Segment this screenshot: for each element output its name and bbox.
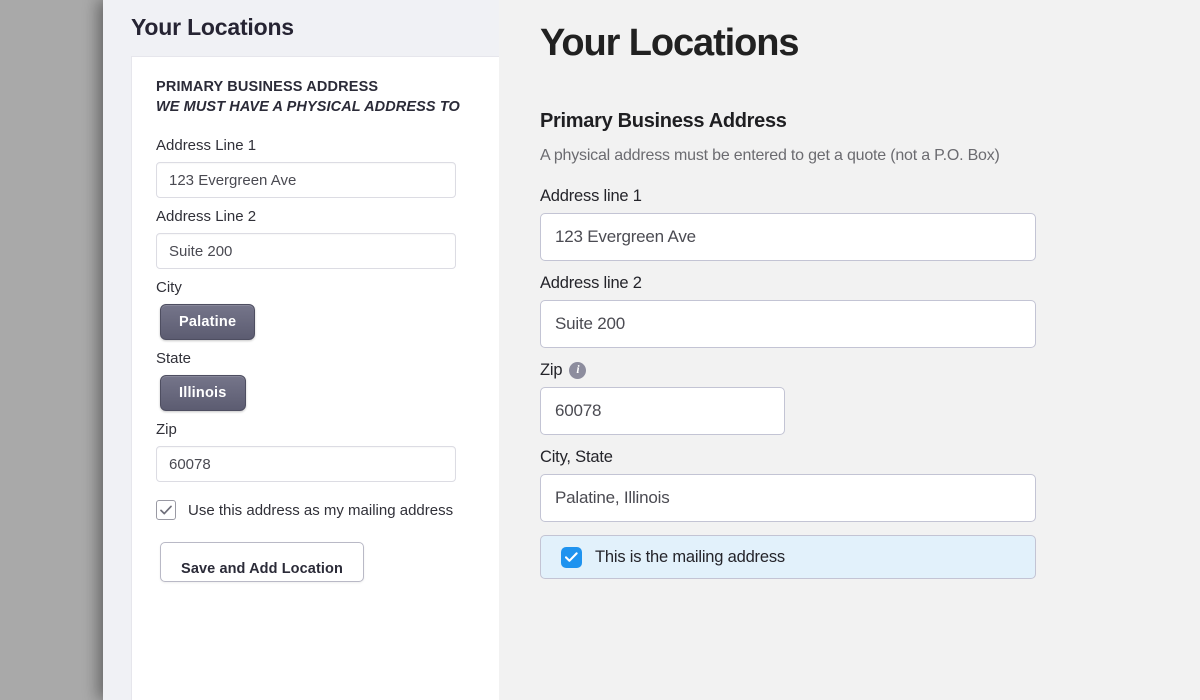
new-label-city-state-row: City, State <box>540 448 1036 467</box>
old-city-button[interactable]: Palatine <box>160 304 256 340</box>
new-input-zip[interactable]: 60078 <box>540 387 785 435</box>
old-label-address-line-2: Address Line 2 <box>156 208 257 225</box>
old-label-state: State <box>156 350 192 367</box>
new-input-address-line-2[interactable]: Suite 200 <box>540 300 1036 348</box>
new-label-zip: Zip <box>540 361 563 379</box>
old-field-state: State Illinois <box>156 350 499 411</box>
old-section-title: PRIMARY BUSINESS ADDRESS <box>156 79 379 95</box>
new-field-address-line-1: Address line 1 123 Evergreen Ave <box>540 187 1036 261</box>
new-label-address-line-2-row: Address line 2 <box>540 274 1036 293</box>
new-mailing-address-checkbox-row[interactable]: This is the mailing address <box>540 535 1036 579</box>
new-label-address-line-1-row: Address line 1 <box>540 187 1036 206</box>
old-page-title: Your Locations <box>131 14 294 40</box>
new-input-address-line-1[interactable]: 123 Evergreen Ave <box>540 213 1036 261</box>
old-city-pill-wrap: Palatine <box>156 304 499 340</box>
old-label-address-line-1: Address Line 1 <box>156 137 257 154</box>
old-section-subtitle: WE MUST HAVE A PHYSICAL ADDRESS TO <box>156 99 460 115</box>
new-label-address-line-1: Address line 1 <box>540 187 642 205</box>
info-icon[interactable]: i <box>569 362 587 379</box>
new-field-address-line-2: Address line 2 Suite 200 <box>540 274 1036 348</box>
old-mailing-address-checkbox-row[interactable]: Use this address as my mailing address <box>156 500 499 520</box>
old-design-panel: Your Locations PRIMARY BUSINESS ADDRESS … <box>103 0 499 700</box>
old-state-button[interactable]: Illinois <box>160 375 246 411</box>
old-state-pill-wrap: Illinois <box>156 375 499 411</box>
old-form-card: PRIMARY BUSINESS ADDRESS WE MUST HAVE A … <box>131 56 499 700</box>
new-label-address-line-2: Address line 2 <box>540 274 642 292</box>
new-mailing-address-label: This is the mailing address <box>595 547 785 566</box>
new-address-form: Primary Business Address A physical addr… <box>540 110 1036 579</box>
new-section-title: Primary Business Address <box>540 110 787 132</box>
new-mailing-address-checkbox[interactable] <box>561 546 582 568</box>
old-field-zip: Zip 60078 <box>156 421 499 482</box>
old-field-address-line-2: Address Line 2 Suite 200 <box>156 208 499 269</box>
check-icon <box>160 505 172 515</box>
old-input-zip[interactable]: 60078 <box>156 446 456 482</box>
old-mailing-address-checkbox[interactable] <box>156 500 176 520</box>
new-section-subtitle: A physical address must be entered to ge… <box>540 147 1000 164</box>
new-design-panel: Your Locations Primary Business Address … <box>499 0 1200 700</box>
old-label-city: City <box>156 279 182 296</box>
old-label-zip: Zip <box>156 421 177 438</box>
new-label-zip-row: Zip i <box>540 361 1036 380</box>
old-field-address-line-1: Address Line 1 123 Evergreen Ave <box>156 137 499 198</box>
old-input-address-line-1[interactable]: 123 Evergreen Ave <box>156 162 456 198</box>
old-save-and-add-location-button[interactable]: Save and Add Location <box>160 542 364 582</box>
check-icon <box>565 551 578 562</box>
new-field-city-state: City, State Palatine, Illinois <box>540 448 1036 522</box>
comparison-stage: Your Locations PRIMARY BUSINESS ADDRESS … <box>0 0 1200 700</box>
new-label-city-state: City, State <box>540 448 613 466</box>
new-page-title: Your Locations <box>540 22 799 64</box>
old-mailing-address-label: Use this address as my mailing address <box>188 501 454 519</box>
old-input-address-line-2[interactable]: Suite 200 <box>156 233 456 269</box>
new-field-zip: Zip i 60078 <box>540 361 1036 435</box>
old-field-city: City Palatine <box>156 279 499 340</box>
new-input-city-state[interactable]: Palatine, Illinois <box>540 474 1036 522</box>
